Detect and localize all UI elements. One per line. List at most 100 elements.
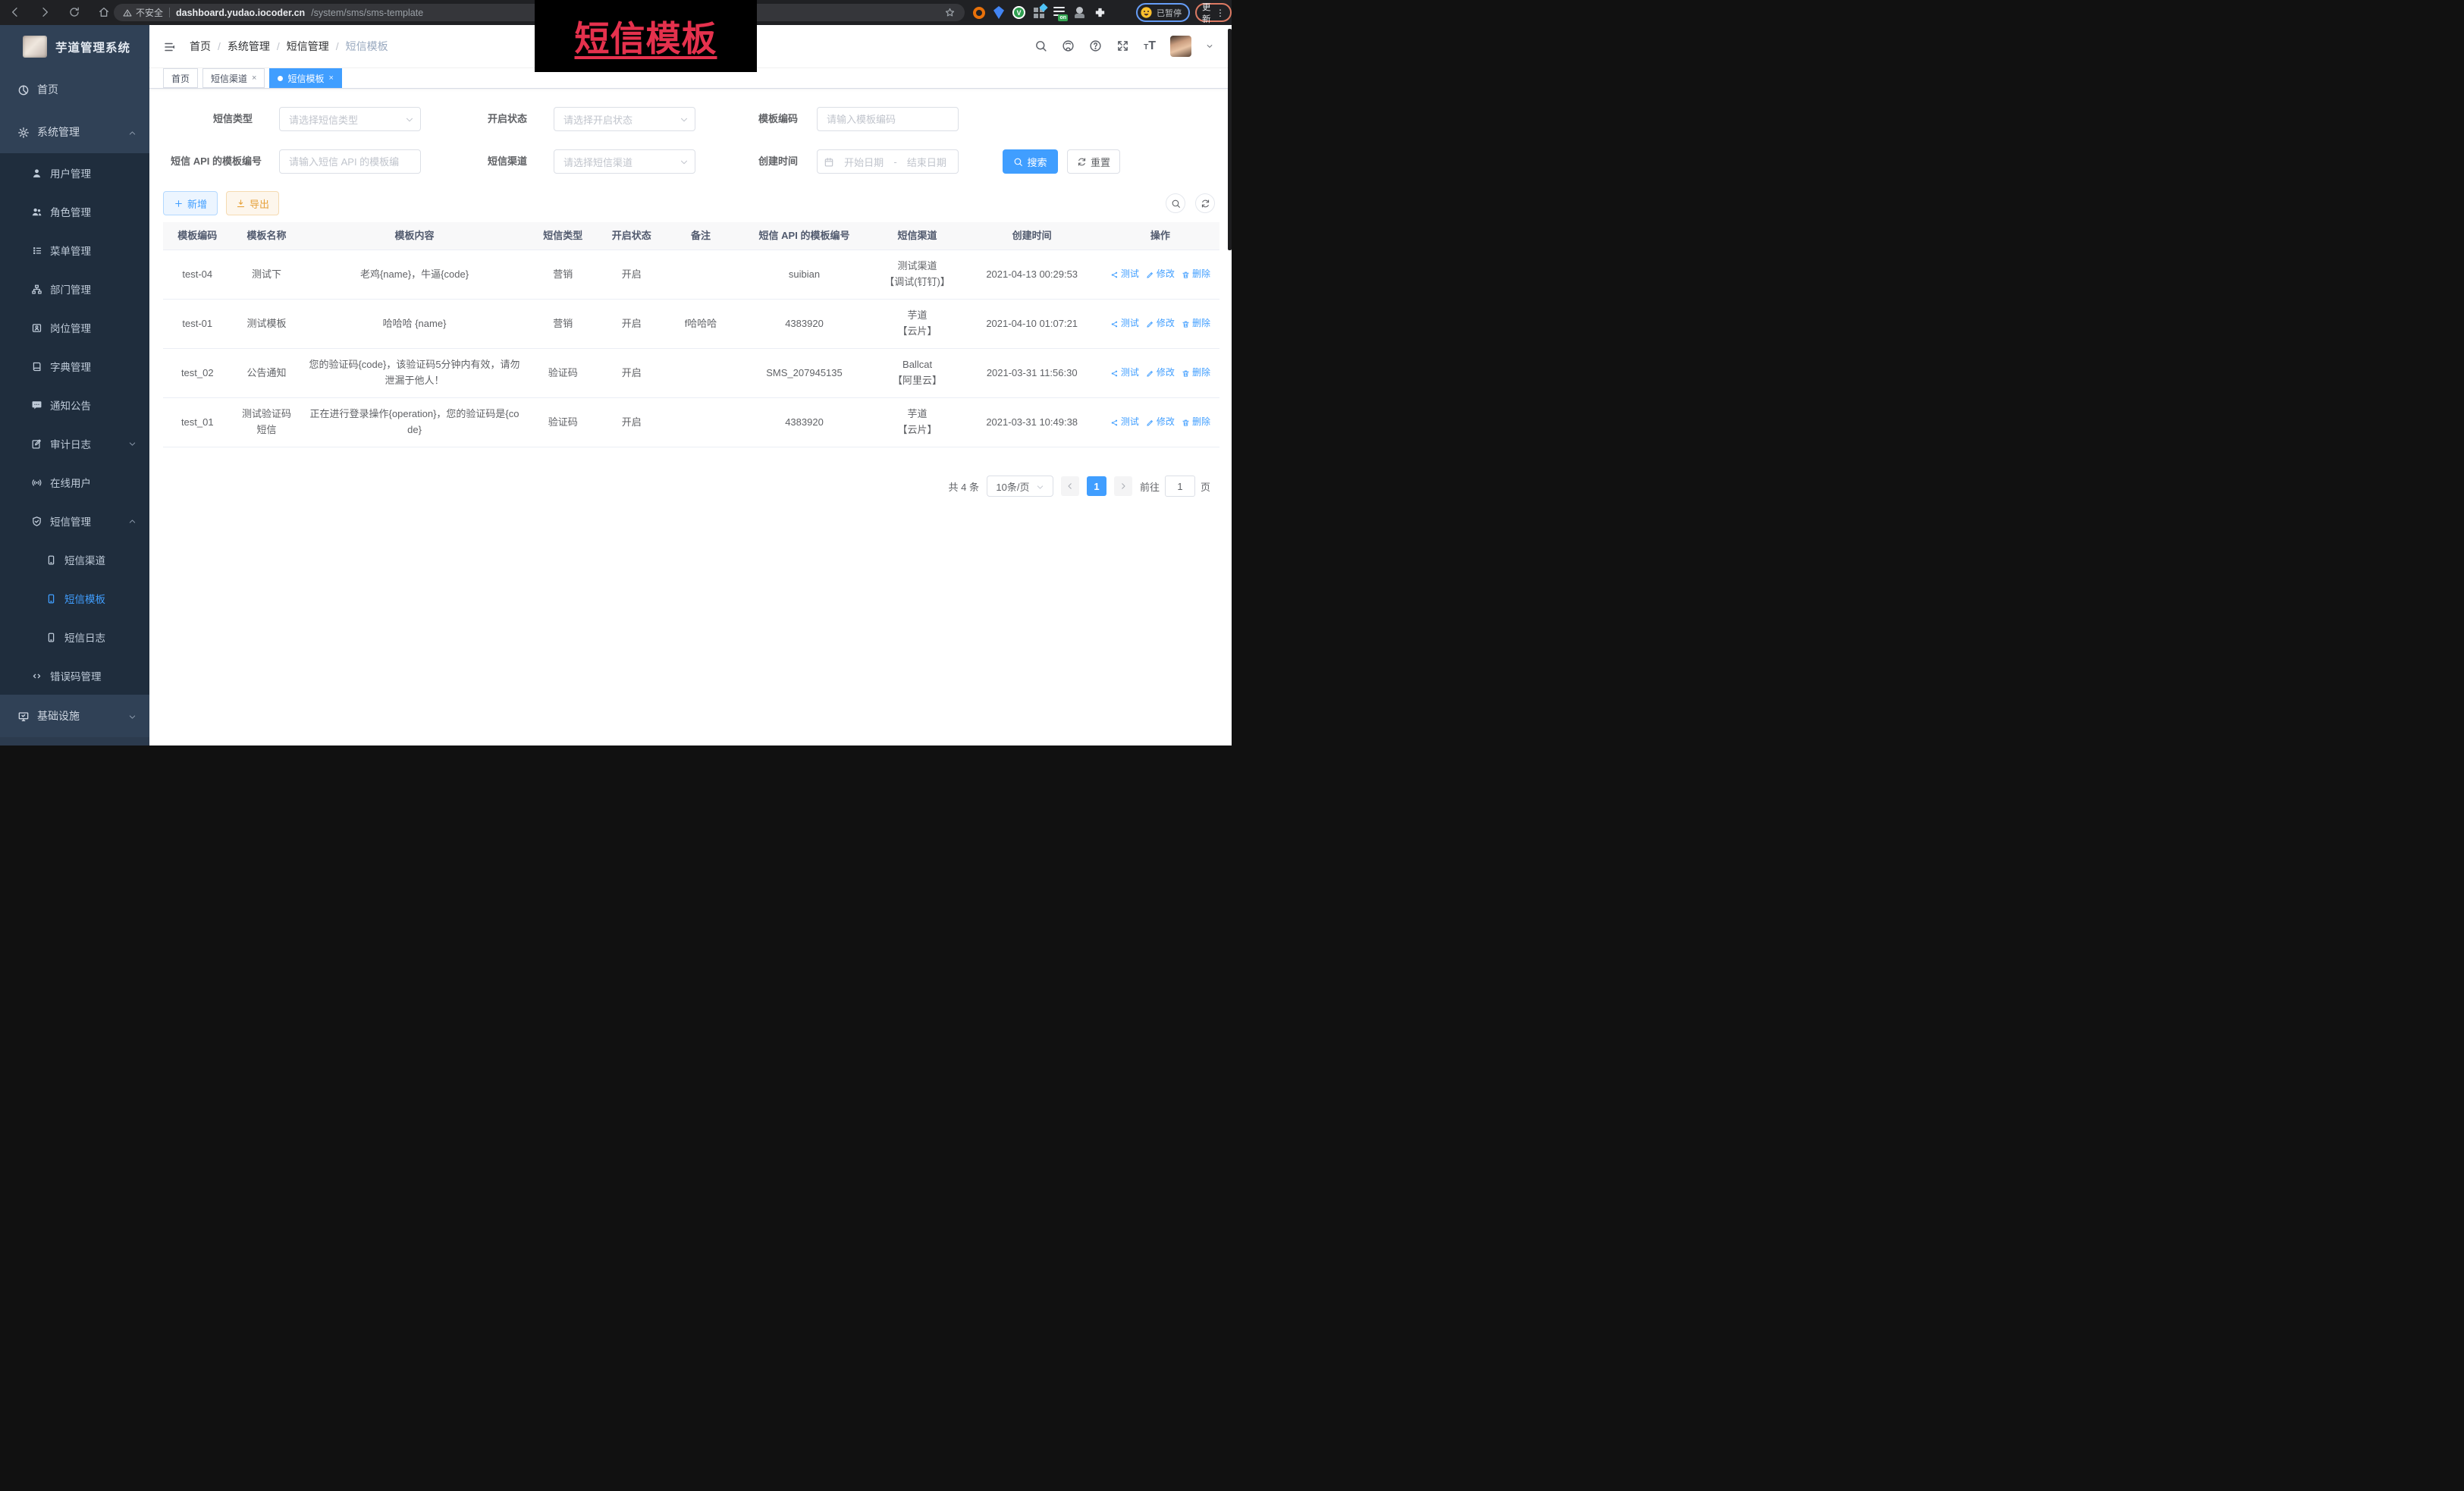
tab-close-icon[interactable]: × [328,74,333,83]
refresh-icon [1201,199,1210,209]
browser-forward-icon[interactable] [39,6,51,20]
sidebar-item-label: 字典管理 [50,359,91,374]
edit-link[interactable]: 修改 [1146,366,1175,380]
sidebar-item-departments[interactable]: 部门管理 [0,269,149,308]
browser-profile-chip[interactable]: 已暂停 [1136,3,1190,22]
sidebar-item-roles[interactable]: 角色管理 [0,192,149,231]
tab-sms-template[interactable]: 短信模板 × [269,68,341,88]
update-label: 更新 [1202,1,1213,25]
next-page-button[interactable] [1114,476,1132,496]
edit-link[interactable]: 修改 [1146,316,1175,331]
extension-green-v-icon[interactable]: V [1012,6,1025,19]
api-template-id-input[interactable] [289,156,414,168]
extension-blue-kite-icon[interactable] [993,6,1004,19]
extension-orange-ring-icon[interactable] [973,7,985,19]
select-placeholder: 请选择开启状态 [563,112,675,127]
cell-content: 您的验证码{code}，该验证码5分钟内有效，请勿泄漏于他人！ [301,349,527,398]
delete-link[interactable]: 删除 [1182,415,1210,429]
search-button[interactable]: 搜索 [1003,149,1058,174]
breadcrumb-system[interactable]: 系统管理 [228,39,270,54]
sidebar-item-sms[interactable]: 短信管理 [0,501,149,540]
extension-list-on-icon[interactable]: on [1053,7,1066,19]
page-number-1[interactable]: 1 [1087,476,1106,496]
browser-back-icon[interactable] [9,6,21,20]
breadcrumb: 首页 / 系统管理 / 短信管理 / 短信模板 [190,39,388,54]
browser-menu-dots-icon[interactable]: ⋮ [1216,8,1225,18]
template-code-input[interactable] [827,114,952,125]
active-tab-dot [278,76,283,81]
sidebar-item-users[interactable]: 用户管理 [0,153,149,192]
sidebar-item-sms-log[interactable]: 短信日志 [0,617,149,656]
extension-spy-icon[interactable] [1074,7,1085,18]
test-link[interactable]: 测试 [1110,366,1139,380]
channel-select[interactable]: 请选择短信渠道 [554,149,695,174]
templates-table: 模板编码 模板名称 模板内容 短信类型 开启状态 备注 短信 API 的模板编号… [163,222,1219,447]
id-badge-icon [31,321,42,334]
sidebar-item-posts[interactable]: 岗位管理 [0,308,149,347]
bookmark-star-icon[interactable] [944,7,956,18]
status-select[interactable]: 请选择开启状态 [554,107,695,131]
extension-grid-icon[interactable] [1034,7,1045,18]
breadcrumb-home[interactable]: 首页 [190,39,211,54]
trash-icon [1182,419,1190,427]
delete-link[interactable]: 删除 [1182,267,1210,281]
refresh-table-button[interactable] [1195,193,1215,213]
goto-page: 前往 页 [1140,476,1210,497]
sidebar-fold-icon[interactable] [163,39,177,55]
delete-link[interactable]: 删除 [1182,366,1210,380]
search-icon[interactable] [1034,39,1047,53]
browser-reload-icon[interactable] [68,6,80,20]
browser-update-button[interactable]: 更新 ⋮ [1195,3,1232,22]
browser-home-icon[interactable] [98,6,110,20]
security-warning[interactable]: 不安全 [123,6,163,19]
tab-sms-channel[interactable]: 短信渠道 × [202,68,265,88]
export-button[interactable]: 导出 [226,191,279,215]
goto-page-input[interactable] [1165,476,1195,497]
sidebar-item-sms-channel[interactable]: 短信渠道 [0,540,149,579]
tab-home[interactable]: 首页 [163,68,198,88]
col-header: 短信 API 的模板编号 [736,222,871,250]
page-size-select[interactable]: 10条/页 [987,476,1053,497]
sms-type-select[interactable]: 请选择短信类型 [279,107,421,131]
users-icon [31,205,42,218]
breadcrumb-sms[interactable]: 短信管理 [287,39,329,54]
edit-link[interactable]: 修改 [1146,415,1175,429]
sidebar-item-label: 岗位管理 [50,320,91,335]
avatar[interactable] [1170,36,1191,57]
edit-link[interactable]: 修改 [1146,267,1175,281]
prev-page-button[interactable] [1061,476,1079,496]
test-link[interactable]: 测试 [1110,415,1139,429]
sidebar-item-sms-template[interactable]: 短信模板 [0,579,149,617]
sidebar-item-online-users[interactable]: 在线用户 [0,463,149,501]
help-icon[interactable] [1089,39,1102,53]
sidebar-item-dict[interactable]: 字典管理 [0,347,149,385]
sidebar-item-system[interactable]: 系统管理 [0,111,149,153]
sidebar-item-home[interactable]: 首页 [0,68,149,111]
phone-icon [46,630,57,643]
breadcrumb-separator: / [277,40,280,52]
sidebar-item-notice[interactable]: 通知公告 [0,385,149,424]
test-link[interactable]: 测试 [1110,316,1139,331]
delete-link[interactable]: 删除 [1182,316,1210,331]
cell-content: 哈哈哈 {name} [301,300,527,349]
reset-button[interactable]: 重置 [1067,149,1120,174]
fullscreen-icon[interactable] [1116,39,1129,53]
create-time-range-picker[interactable]: 开始日期 - 结束日期 [817,149,959,174]
github-icon[interactable] [1062,39,1075,53]
show-search-toggle-button[interactable] [1166,193,1185,213]
scrollbar-thumb[interactable] [1228,29,1232,250]
add-button[interactable]: 新增 [163,191,218,215]
sidebar-item-error-code[interactable]: 错误码管理 [0,656,149,695]
font-size-icon[interactable]: TT [1144,40,1156,52]
user-menu-caret-icon[interactable] [1206,39,1213,53]
warning-triangle-icon [123,8,132,17]
tab-close-icon[interactable]: × [252,74,256,83]
sidebar-item-menus[interactable]: 菜单管理 [0,231,149,269]
sidebar-item-infrastructure[interactable]: 基础设施 [0,695,149,737]
sidebar-item-audit-log[interactable]: 审计日志 [0,424,149,463]
org-tree-icon [31,282,42,295]
extensions-puzzle-icon[interactable] [1094,6,1106,20]
test-link[interactable]: 测试 [1110,267,1139,281]
chevron-down-icon [128,438,137,449]
app-logo: 芋道管理系统 [0,25,149,68]
